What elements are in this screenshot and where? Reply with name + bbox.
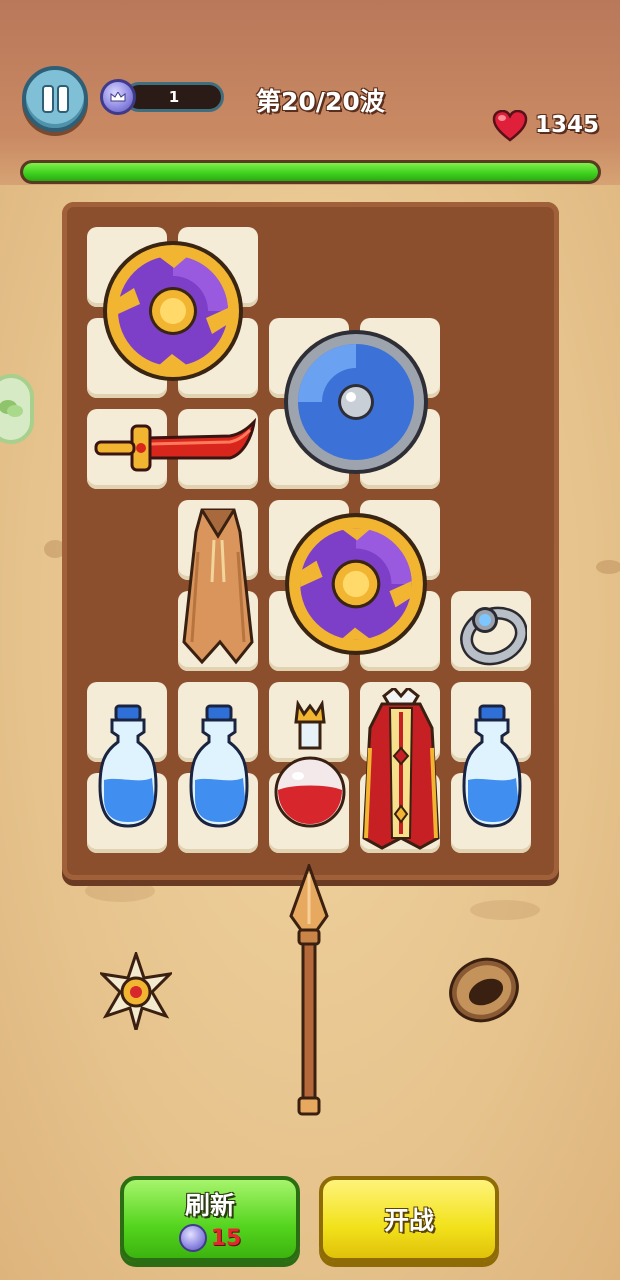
refresh-button[interactable]: 刷新 15: [120, 1176, 300, 1262]
gem-counter: 1: [124, 82, 224, 112]
shuriken-icon[interactable]: [100, 952, 172, 1030]
hp-bar: [20, 160, 601, 184]
pause-icon: [43, 87, 52, 111]
blue-shield-icon[interactable]: [282, 328, 430, 476]
wooden-ring-icon[interactable]: [446, 954, 522, 1026]
inventory-board: [62, 202, 559, 880]
brown-cloak-icon[interactable]: [178, 502, 258, 668]
hp-bar-fill: [23, 163, 598, 181]
blue-potion-icon[interactable]: [98, 702, 158, 832]
chat-button[interactable]: [0, 374, 34, 444]
blue-potion-icon[interactable]: [189, 702, 249, 832]
decor-pebble: [596, 560, 620, 574]
silver-ring-icon[interactable]: [457, 596, 527, 666]
gem-crown-icon: [100, 79, 136, 115]
blue-potion-icon[interactable]: [462, 702, 522, 832]
refresh-cost-value: 15: [210, 1225, 242, 1251]
decor-shadow: [85, 880, 155, 902]
heart-icon: [492, 110, 528, 142]
red-dagger-icon[interactable]: [90, 412, 256, 482]
start-battle-button[interactable]: 开战: [319, 1176, 499, 1262]
purple-shield-icon[interactable]: [282, 510, 430, 658]
chat-icon: [0, 400, 23, 417]
gem-crown-icon: [178, 1224, 207, 1252]
gem-count: 1: [168, 88, 180, 106]
start-battle-label: 开战: [383, 1206, 434, 1235]
red-potion-icon[interactable]: [272, 700, 348, 834]
refresh-label: 刷新: [184, 1191, 235, 1220]
purple-shield-icon[interactable]: [100, 238, 246, 384]
wave-label: 第20/20波: [256, 87, 385, 116]
royal-robe-icon[interactable]: [360, 688, 442, 854]
decor-shadow: [470, 900, 540, 920]
spear-icon[interactable]: [283, 864, 335, 1120]
hp-value: 1345: [535, 112, 600, 138]
refresh-cost: 15: [178, 1224, 242, 1252]
pause-button[interactable]: [22, 66, 88, 132]
